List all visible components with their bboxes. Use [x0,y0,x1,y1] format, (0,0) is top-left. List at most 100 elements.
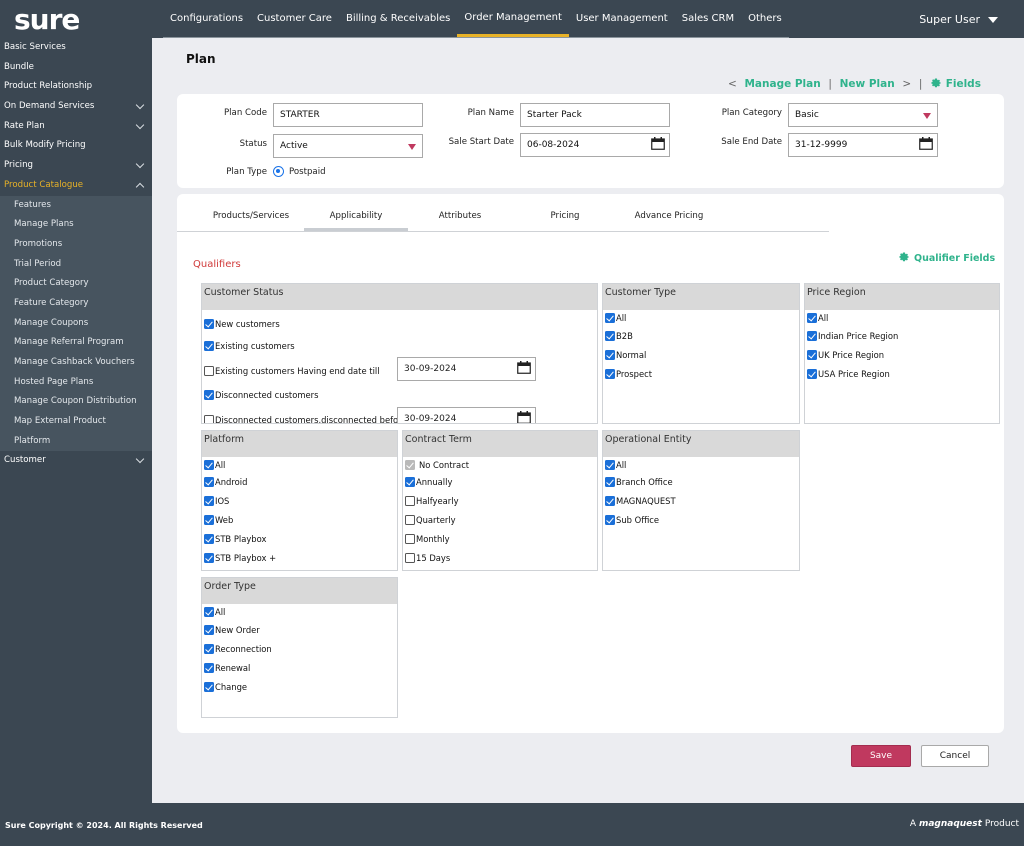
save-button[interactable]: Save [851,745,911,767]
calendar-icon[interactable] [517,411,531,424]
checkbox-pl-all[interactable]: All [204,460,225,470]
checkbox-checked[interactable] [204,515,214,525]
checkbox-checked[interactable] [605,313,615,323]
tab-attributes[interactable]: Attributes [425,205,495,231]
checkbox-pr-usa[interactable]: USA Price Region [807,369,890,379]
user-menu[interactable]: Super User [919,13,998,26]
sidebar-item-manage-referral-program[interactable]: Manage Referral Program [0,333,152,353]
checkbox-disconnected-before[interactable]: Disconnected customers.disconnected befo… [204,415,407,423]
breadcrumb-manage-plan[interactable]: Manage Plan [744,78,820,90]
end-date-till-input[interactable]: 30-09-2024 [397,357,536,381]
tab-pricing[interactable]: Pricing [530,205,600,231]
checkbox-checked[interactable] [204,319,214,329]
checkbox-cterm-15-days[interactable]: 15 Days [405,553,450,563]
checkbox-pl-android[interactable]: Android [204,477,247,487]
checkbox-checked[interactable] [204,682,214,692]
sidebar-item-promotions[interactable]: Promotions [0,235,152,255]
checkbox-unchecked[interactable] [204,366,214,376]
checkbox-pl-web[interactable]: Web [204,515,233,525]
nav-billing[interactable]: Billing & Receivables [339,0,457,37]
checkbox-pl-ios[interactable]: IOS [204,496,229,506]
plan-category-select[interactable]: Basic [788,103,938,127]
nav-others[interactable]: Others [741,0,789,37]
checkbox-checked[interactable] [204,390,214,400]
checkbox-checked[interactable] [204,553,214,563]
sidebar-item-manage-coupon-distribution[interactable]: Manage Coupon Distribution [0,392,152,412]
checkbox-checked[interactable] [204,644,214,654]
sidebar-item-product-relationship[interactable]: Product Relationship [0,77,152,97]
sidebar-item-map-external-product[interactable]: Map External Product [0,412,152,432]
sidebar-item-on-demand-services[interactable]: On Demand Services [0,97,152,117]
checkbox-unchecked[interactable] [405,534,415,544]
checkbox-cterm-annually[interactable]: Annually [405,477,452,487]
checkbox-ot-new-order[interactable]: New Order [204,625,260,635]
sale-start-date-input[interactable]: 06-08-2024 [520,133,670,157]
checkbox-ot-renewal[interactable]: Renewal [204,663,250,673]
plan-type-radio[interactable] [273,166,284,177]
sidebar-item-manage-cashback-vouchers[interactable]: Manage Cashback Vouchers [0,353,152,373]
checkbox-checked[interactable] [807,313,817,323]
back-chevron-icon[interactable]: < [728,78,737,90]
sidebar-item-basic-services[interactable]: Basic Services [0,38,152,58]
checkbox-checked[interactable] [605,350,615,360]
checkbox-checked[interactable] [605,477,615,487]
checkbox-disconnected-customers[interactable]: Disconnected customers [204,390,318,400]
nav-order-management[interactable]: Order Management [457,0,569,37]
plan-code-input[interactable]: STARTER [273,103,423,127]
checkbox-pr-all[interactable]: All [807,313,828,323]
checkbox-checked[interactable] [204,496,214,506]
checkbox-cterm-monthly[interactable]: Monthly [405,534,450,544]
checkbox-oe-sub-office[interactable]: Sub Office [605,515,659,525]
qualifier-fields-link[interactable]: Qualifier Fields [898,251,995,264]
checkbox-existing-customers[interactable]: Existing customers [204,341,295,351]
sidebar-item-bulk-modify-pricing[interactable]: Bulk Modify Pricing [0,136,152,156]
checkbox-checked[interactable] [405,477,415,487]
checkbox-checked[interactable] [204,460,214,470]
sidebar-item-platform[interactable]: Platform [0,432,152,452]
sidebar-item-trial-period[interactable]: Trial Period [0,255,152,275]
checkbox-pl-stb-playbox-plus[interactable]: STB Playbox + [204,553,276,563]
calendar-icon[interactable] [651,137,665,150]
nav-user-management[interactable]: User Management [569,0,675,37]
calendar-icon[interactable] [517,361,531,374]
checkbox-oe-magnaquest[interactable]: MAGNAQUEST [605,496,676,506]
tab-products-services[interactable]: Products/Services [205,205,297,231]
checkbox-ot-all[interactable]: All [204,607,225,617]
checkbox-checked[interactable] [605,515,615,525]
sidebar-item-product-category[interactable]: Product Category [0,274,152,294]
breadcrumb-new-plan[interactable]: New Plan [840,78,895,90]
tab-applicability[interactable]: Applicability [304,205,408,231]
checkbox-ot-change[interactable]: Change [204,682,247,692]
plan-name-input[interactable]: Starter Pack [520,103,670,127]
checkbox-checked[interactable] [204,625,214,635]
checkbox-ct-prospect[interactable]: Prospect [605,369,652,379]
disconnected-before-input[interactable]: 30-09-2024 [397,407,536,424]
checkbox-ct-normal[interactable]: Normal [605,350,646,360]
checkbox-ot-reconnection[interactable]: Reconnection [204,644,272,654]
sidebar-item-bundle[interactable]: Bundle [0,58,152,78]
sidebar-item-hosted-page-plans[interactable]: Hosted Page Plans [0,373,152,393]
breadcrumb-fields[interactable]: Fields [946,78,981,90]
cancel-button[interactable]: Cancel [921,745,989,767]
checkbox-unchecked[interactable] [204,415,214,423]
sidebar-item-feature-category[interactable]: Feature Category [0,294,152,314]
checkbox-new-customers[interactable]: New customers [204,319,280,329]
checkbox-checked[interactable] [204,477,214,487]
checkbox-ct-all[interactable]: All [605,313,626,323]
checkbox-checked[interactable] [605,331,615,341]
sidebar-item-manage-coupons[interactable]: Manage Coupons [0,314,152,334]
calendar-icon[interactable] [919,137,933,150]
app-logo[interactable]: sure [14,3,80,36]
checkbox-ct-b2b[interactable]: B2B [605,331,633,341]
sidebar-item-features[interactable]: Features [0,196,152,216]
checkbox-existing-end-date[interactable]: Existing customers Having end date till [204,366,380,376]
checkbox-oe-all[interactable]: All [605,460,626,470]
gear-icon[interactable] [930,77,942,89]
checkbox-unchecked[interactable] [405,553,415,563]
checkbox-checked[interactable] [807,369,817,379]
checkbox-pr-indian[interactable]: Indian Price Region [807,331,898,341]
checkbox-checked[interactable] [204,663,214,673]
checkbox-cterm-no-contract[interactable]: No Contract [405,460,469,470]
checkbox-checked[interactable] [807,350,817,360]
checkbox-checked[interactable] [605,496,615,506]
